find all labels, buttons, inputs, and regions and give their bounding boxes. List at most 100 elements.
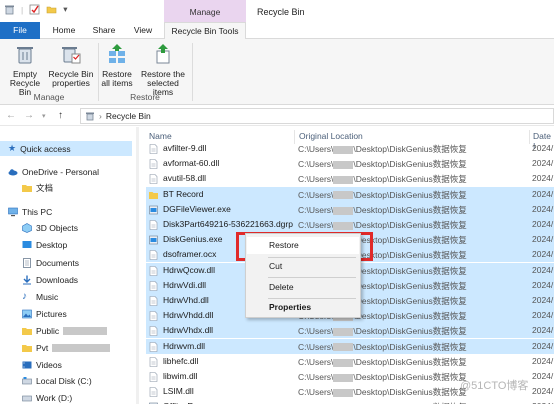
recycle-bin-small-icon (5, 5, 14, 15)
file-icon (149, 387, 158, 397)
file-row[interactable]: DGFileViewer.exe C:\Users\ \Desktop\DiskGe… (146, 201, 554, 217)
nav-label: Documents (36, 257, 79, 268)
column-header-name[interactable]: Name (149, 131, 172, 141)
file-name: Hdrwvm.dll (163, 340, 206, 351)
location-suffix: \Desktop\DiskGenius数据恢复 (353, 296, 467, 306)
location-suffix: \Desktop\DiskGenius数据恢复 (353, 265, 467, 276)
redacted-text (52, 343, 111, 352)
file-icon (149, 311, 158, 321)
cube-icon (22, 222, 32, 233)
file-name: DiskGenius.exe (163, 234, 223, 245)
restore-all-items-button[interactable]: Restore all items (100, 43, 134, 88)
menu-item-cut[interactable]: Cut (247, 258, 359, 275)
file-row[interactable]: Hdrwvm.dll C:\Users\ \Desktop\DiskGenius数据… (146, 338, 554, 354)
file-row[interactable]: avformat-60.dll C:\Users\ \Desktop\DiskGen… (146, 156, 554, 171)
redacted-text (333, 160, 354, 169)
file-date: 2024/ (532, 325, 554, 336)
file-name: avfilter-9.dll (163, 143, 207, 153)
file-date: 2024/ (532, 203, 554, 214)
file-date: 2024/ (532, 188, 554, 199)
file-date: 2024/ (532, 310, 554, 321)
up-arrow-icon[interactable]: ↑ (58, 110, 63, 121)
nav-label: Videos (36, 359, 62, 370)
back-arrow-icon[interactable]: ← (6, 110, 16, 121)
file-row[interactable]: avutil-58.dll C:\Users\ \Desktop\DiskGeniu… (146, 171, 554, 186)
nav-label: 3D Objects (36, 222, 79, 233)
nav-downloads[interactable]: Downloads (0, 272, 78, 287)
nav-label: Local Disk (C:) (36, 375, 92, 386)
tab-view[interactable]: View (126, 22, 160, 39)
file-original-location: C:\Users\ \Desktop\DiskGenius数据恢复 (298, 143, 467, 155)
nav-documents[interactable]: Documents (0, 255, 79, 270)
location-suffix: \Desktop\DiskGenius数据恢复 (353, 159, 467, 170)
new-folder-icon[interactable] (46, 4, 57, 15)
file-row[interactable]: BT Record C:\Users\ \Desktop\DiskGenius数据恢… (146, 186, 554, 202)
tab-recycle-bin-tools[interactable]: Recycle Bin Tools (164, 22, 246, 40)
file-row[interactable]: OfflineReg.exeC:\Users\\Desktop\DiskGeni… (146, 399, 554, 404)
nav-wendang[interactable]: 文档 (0, 180, 53, 195)
nav-music[interactable]: ♪ Music (0, 289, 58, 304)
menu-item-properties[interactable]: Properties (247, 299, 359, 316)
nav-pvt[interactable]: Pvt (0, 340, 111, 355)
location-prefix: C:\Users\ (298, 341, 334, 352)
file-name: HdrwVhd.dll (163, 295, 209, 305)
file-original-location: C:\Users\ \Desktop\DiskGenius数据恢复 (298, 158, 467, 170)
nav-label: This PC (22, 206, 53, 217)
file-icon (149, 250, 158, 261)
folder-icon (22, 344, 32, 352)
nav-quick-access[interactable]: ★ Quick access (0, 141, 132, 156)
documents-icon (23, 257, 31, 268)
nav-3d-objects[interactable]: 3D Objects (0, 220, 78, 235)
file-row[interactable]: avfilter-9.dll C:\Users\ \Desktop\DiskGeni… (146, 141, 554, 156)
window-title: Recycle Bin (257, 7, 305, 17)
cloud-icon (8, 168, 18, 175)
file-name: HdrwVdi.dll (163, 279, 206, 290)
column-header-original-location[interactable]: Original Location (299, 131, 363, 141)
separator: | (21, 4, 24, 15)
drive-icon (22, 376, 32, 384)
properties-check-icon[interactable] (29, 4, 40, 15)
location-suffix: \Desktop\DiskGenius数据恢复 (353, 189, 467, 200)
forward-arrow-icon[interactable]: → (24, 110, 34, 121)
breadcrumb[interactable]: Recycle Bin (106, 111, 151, 121)
recycle-bin-properties-button[interactable]: Recycle Bin properties (48, 43, 94, 88)
restore-all-items-label: Restore all items (101, 69, 133, 88)
recent-locations-icon[interactable]: ▾ (42, 112, 46, 120)
file-icon (149, 280, 158, 291)
file-row[interactable]: Disk3Part649216-536221663.dgrp C:\Users\ \… (146, 217, 554, 232)
nav-onedrive[interactable]: OneDrive - Personal (0, 164, 99, 179)
executable-icon (149, 235, 158, 245)
file-name: Disk3Part649216-536221663.dgrp (163, 219, 293, 229)
tab-share[interactable]: Share (86, 22, 122, 39)
location-prefix: C:\Users\ (298, 326, 334, 337)
nav-pane-scrollbar[interactable] (136, 127, 139, 404)
menu-item-restore[interactable]: Restore (247, 237, 359, 254)
tab-home[interactable]: Home (45, 22, 83, 39)
menu-item-delete[interactable]: Delete (247, 279, 359, 296)
qat-dropdown-icon[interactable]: ▾ (63, 4, 67, 15)
restore-selected-items-button[interactable]: Restore the selected items (136, 43, 190, 97)
file-row[interactable]: libhefc.dll C:\Users\ \Desktop\DiskGenius数… (146, 354, 554, 369)
empty-bin-icon (17, 47, 33, 64)
executable-icon (149, 205, 158, 215)
file-date: 2024/ (532, 295, 554, 305)
file-date: 2024/ (532, 234, 554, 245)
empty-recycle-bin-button[interactable]: Empty Recycle Bin (4, 43, 46, 97)
file-name: BT Record (163, 188, 204, 199)
redacted-text (63, 326, 108, 335)
nav-desktop[interactable]: Desktop (0, 237, 67, 252)
nav-videos[interactable]: Videos (0, 357, 62, 372)
nav-local-disk-c[interactable]: Local Disk (C:) (0, 373, 92, 388)
nav-pictures[interactable]: Pictures (0, 306, 67, 321)
group-divider (192, 43, 193, 101)
download-icon (23, 275, 31, 284)
nav-this-pc[interactable]: This PC (0, 204, 52, 219)
file-icon (149, 372, 158, 382)
file-icon (149, 296, 158, 306)
nav-work-d[interactable]: Work (D:) (0, 390, 72, 404)
file-row[interactable]: HdrwVhdx.dll C:\Users\ \Desktop\DiskGenius… (146, 323, 554, 339)
tab-file[interactable]: File (0, 22, 40, 39)
address-field[interactable]: › Recycle Bin (80, 108, 554, 124)
nav-public[interactable]: Public (0, 323, 108, 338)
location-prefix: C:\Users\ (298, 144, 334, 154)
